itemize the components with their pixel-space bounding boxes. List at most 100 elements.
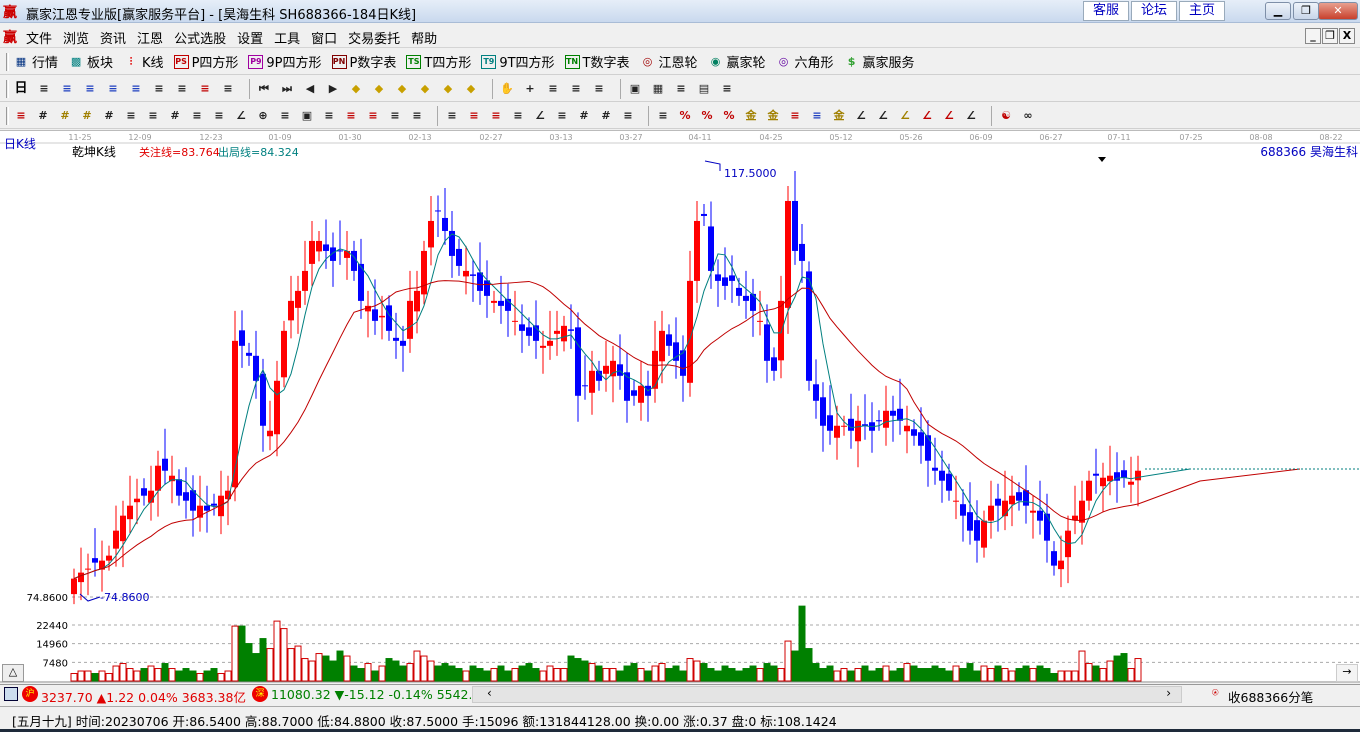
range-icon[interactable]: ≡ — [409, 108, 425, 124]
zoom-out-diamond-icon[interactable]: ◆ — [463, 81, 479, 97]
pen-icon[interactable]: ≡ — [13, 108, 29, 124]
tick-detail-link[interactable]: 收688366分笔 — [1228, 687, 1313, 706]
infinity-icon[interactable]: ∞ — [1020, 108, 1036, 124]
square-icon[interactable]: ▣ — [299, 108, 315, 124]
toolbar-button-8[interactable]: TN T数字表 — [564, 52, 630, 71]
right-diamond-icon[interactable]: ◆ — [371, 81, 387, 97]
quotes-grid-icon[interactable] — [4, 687, 18, 701]
wave-icon[interactable]: ≡ — [809, 108, 825, 124]
j-angle-icon[interactable]: ∠ — [853, 108, 869, 124]
percent-slash-icon[interactable]: % — [677, 108, 693, 124]
volume-profile-icon[interactable]: ≡ — [220, 81, 236, 97]
gold-angle-icon[interactable]: ∠ — [897, 108, 913, 124]
line-tool-icon[interactable]: ≡ — [545, 81, 561, 97]
box-tool-icon[interactable]: ≡ — [444, 108, 460, 124]
toolbar-button-5[interactable]: PN P数字表 — [331, 52, 396, 71]
angle-icon[interactable]: ∠ — [532, 108, 548, 124]
wave3-icon[interactable]: ≡ — [105, 81, 121, 97]
circle-grid-icon[interactable]: # — [167, 108, 183, 124]
percent-icon[interactable]: % — [699, 108, 715, 124]
f-angle-icon[interactable]: ∠ — [875, 108, 891, 124]
ying-icon[interactable]: ≡ — [365, 108, 381, 124]
pen-lines-icon[interactable]: ≡ — [787, 108, 803, 124]
zoom-in-diamond-icon[interactable]: ◆ — [440, 81, 456, 97]
save-icon[interactable]: ▤ — [696, 81, 712, 97]
toolbar-button-12[interactable]: $ 赢家服务 — [844, 52, 915, 72]
close-button[interactable]: ✕ — [1318, 2, 1358, 20]
mdi-minimize-button[interactable]: _ — [1305, 28, 1321, 44]
menu-item-0[interactable]: 文件 — [26, 28, 52, 47]
gold-circle-icon[interactable]: 金 — [743, 108, 759, 124]
gold-box-icon[interactable]: 金 — [831, 108, 847, 124]
restore-button[interactable]: ❐ — [1293, 2, 1319, 20]
menu-item-7[interactable]: 窗口 — [311, 28, 337, 47]
target-icon[interactable]: ⊕ — [255, 108, 271, 124]
chart-pattern-icon[interactable]: ≡ — [59, 81, 75, 97]
menu-item-4[interactable]: 公式选股 — [174, 28, 226, 47]
spiral-icon[interactable]: ≡ — [123, 108, 139, 124]
mdi-restore-button[interactable]: ❐ — [1322, 28, 1338, 44]
grid-icon[interactable]: # — [35, 108, 51, 124]
mdi-close-button[interactable]: X — [1339, 28, 1355, 44]
menu-item-5[interactable]: 设置 — [237, 28, 263, 47]
toolbar-button-3[interactable]: PS P四方形 — [173, 52, 238, 71]
toolbar-button-1[interactable]: ▩ 板块 — [68, 52, 113, 72]
menu-item-6[interactable]: 工具 — [274, 28, 300, 47]
wave9-icon[interactable]: ≡ — [128, 81, 144, 97]
n2-icon[interactable]: ≡ — [211, 108, 227, 124]
f-grid-icon[interactable]: # — [101, 108, 117, 124]
scroll-right-button[interactable]: → — [1336, 664, 1358, 682]
next-icon[interactable]: ▶ — [325, 81, 341, 97]
box-diag-icon[interactable]: ≡ — [510, 108, 526, 124]
cone-icon[interactable]: ≡ — [145, 108, 161, 124]
parallel-lines-icon[interactable]: ≡ — [620, 108, 636, 124]
grid-box2-icon[interactable]: # — [598, 108, 614, 124]
gold-grid2-icon[interactable]: # — [79, 108, 95, 124]
parallel-icon[interactable]: ≡ — [321, 108, 337, 124]
bars-icon[interactable]: ≡ — [655, 108, 671, 124]
radar-icon[interactable]: ≡ — [277, 108, 293, 124]
calendar-icon[interactable]: ▣ — [627, 81, 643, 97]
menu-item-3[interactable]: 江恩 — [137, 28, 163, 47]
customer-service-link[interactable]: 客服 — [1083, 1, 1129, 21]
homepage-link[interactable]: 主页 — [1179, 1, 1225, 21]
period-selector[interactable]: 日 — [13, 81, 29, 97]
notes-icon[interactable]: ≡ — [673, 81, 689, 97]
minimize-button[interactable]: ▁ — [1265, 2, 1291, 20]
menu-item-9[interactable]: 帮助 — [411, 28, 437, 47]
gold-lines-icon[interactable]: 金 — [765, 108, 781, 124]
left-diamond-icon[interactable]: ◆ — [348, 81, 364, 97]
box-fan-icon[interactable]: ≡ — [488, 108, 504, 124]
candle-type-icon[interactable]: ≡ — [151, 81, 167, 97]
first-icon[interactable]: ⏮ — [256, 81, 272, 97]
four-angle-icon[interactable]: ∠ — [963, 108, 979, 124]
prev-icon[interactable]: ◀ — [302, 81, 318, 97]
comb-icon[interactable]: ≡ — [189, 108, 205, 124]
gann-fan-icon[interactable]: ≡ — [197, 81, 213, 97]
yinyang-icon[interactable]: ☯ — [998, 108, 1014, 124]
fan-lines-icon[interactable]: ≡ — [466, 108, 482, 124]
percent-lines-icon[interactable]: % — [721, 108, 737, 124]
fence-icon[interactable]: ≡ — [387, 108, 403, 124]
hand-icon[interactable]: ✋ — [499, 81, 515, 97]
shen-icon[interactable]: ≡ — [343, 108, 359, 124]
season-icon[interactable]: ≡ — [568, 81, 584, 97]
toolbar-button-6[interactable]: TS T四方形 — [406, 52, 471, 71]
expand-diamond-icon[interactable]: ◆ — [394, 81, 410, 97]
toolbar-button-7[interactable]: T9 9T四方形 — [481, 52, 555, 71]
toolbar-button-2[interactable]: ⫶ K线 — [123, 52, 164, 72]
cycle-icon[interactable]: ≡ — [591, 81, 607, 97]
triangle-icon[interactable]: ∠ — [233, 108, 249, 124]
vee-icon[interactable]: ≡ — [554, 108, 570, 124]
menu-item-2[interactable]: 资讯 — [100, 28, 126, 47]
toolbar-button-0[interactable]: ▦ 行情 — [13, 52, 58, 72]
crosshair-icon[interactable]: + — [522, 81, 538, 97]
calculator-icon[interactable]: ▦ — [650, 81, 666, 97]
document-icon[interactable]: ≡ — [82, 81, 98, 97]
gold-grid-icon[interactable]: # — [57, 108, 73, 124]
menu-item-8[interactable]: 交易委托 — [348, 28, 400, 47]
collapse-panel-button[interactable]: △ — [2, 664, 24, 682]
grid-box-icon[interactable]: # — [576, 108, 592, 124]
scroll-left-arrow-icon[interactable]: ‹ — [487, 686, 492, 700]
shrink-diamond-icon[interactable]: ◆ — [417, 81, 433, 97]
